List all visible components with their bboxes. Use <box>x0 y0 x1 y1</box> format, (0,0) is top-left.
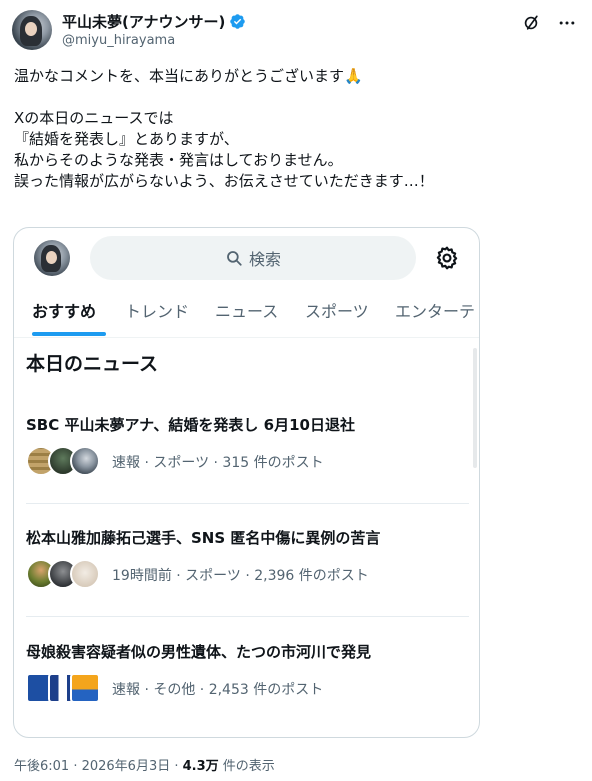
tweet-text: 温かなコメントを、本当にありがとうございます🙏 Xの本日のニュースでは 『結婚を… <box>14 66 574 192</box>
tweet-timestamp: 午後6:01 · 2026年6月3日 · 4.3万 件の表示 <box>14 755 275 774</box>
author-name-row: 平山未夢(アナウンサー) <box>62 11 246 32</box>
news-avatar <box>70 673 100 703</box>
views-count: 4.3万 <box>182 759 219 774</box>
card-topbar: 検索 <box>14 228 479 288</box>
author-display-name[interactable]: 平山未夢(アナウンサー) <box>62 11 225 32</box>
tweet-line: Xの本日のニュースでは <box>14 109 174 127</box>
tweet-line: 誤った情報が広がらないよう、お伝えさせていただきます…！ <box>14 172 434 190</box>
news-meta: 速報 · スポーツ · 315 件のポスト <box>112 455 324 471</box>
verified-badge-icon <box>230 14 246 29</box>
news-avatars <box>26 559 102 591</box>
tab-sports[interactable]: スポーツ <box>305 298 369 337</box>
grok-icon[interactable] <box>520 12 542 34</box>
news-meta-row: 速報 · その他 · 2,453 件のポスト <box>26 673 323 705</box>
news-meta-row: 速報 · スポーツ · 315 件のポスト <box>26 446 324 478</box>
tweet-line: 『結婚を発表し』とありますが、 <box>14 130 239 148</box>
card-avatar[interactable] <box>34 240 70 276</box>
section-title: 本日のニュース <box>26 353 159 375</box>
tweet-line: 私からそのような発表・発言はしておりません。 <box>14 151 343 169</box>
search-placeholder: 検索 <box>248 250 281 269</box>
news-avatar <box>70 559 100 589</box>
news-title: SBC 平山未夢アナ、結婚を発表し 6月10日退社 <box>26 416 355 434</box>
tab-trend[interactable]: トレンド <box>125 298 189 337</box>
tab-news[interactable]: ニュース <box>215 298 278 337</box>
news-item[interactable]: 松本山雅加藤拓己選手、SNS 匿名中傷に異例の苦言 19時間前 · スポーツ ·… <box>14 527 479 639</box>
tweet-header: 平山未夢(アナウンサー) @miyu_hirayama <box>12 8 580 54</box>
news-meta-row: 19時間前 · スポーツ · 2,396 件のポスト <box>26 559 369 591</box>
divider <box>26 503 469 504</box>
tab-entertainment[interactable]: エンターテ <box>395 298 475 337</box>
attached-image-card[interactable]: 検索 おすすめ トレンド ニュース スポーツ エンターテ 本日のニュース SBC… <box>13 227 480 738</box>
header-actions <box>520 12 578 34</box>
news-title: 松本山雅加藤拓己選手、SNS 匿名中傷に異例の苦言 <box>26 529 381 547</box>
news-avatar <box>70 446 100 476</box>
settings-gear-icon[interactable] <box>434 245 460 271</box>
news-item[interactable]: SBC 平山未夢アナ、結婚を発表し 6月10日退社 速報 · スポーツ · 31… <box>14 414 479 526</box>
news-meta: 19時間前 · スポーツ · 2,396 件のポスト <box>112 568 369 584</box>
author-avatar[interactable] <box>12 10 52 50</box>
news-avatars <box>26 673 102 705</box>
views-label: 件の表示 <box>218 759 275 774</box>
active-tab-indicator <box>32 332 106 336</box>
search-input[interactable]: 検索 <box>90 236 416 280</box>
news-item[interactable]: 母娘殺害容疑者似の男性遺体、たつの市河川で発見 速報 · その他 · 2,453… <box>14 641 479 737</box>
divider <box>26 616 469 617</box>
news-meta: 速報 · その他 · 2,453 件のポスト <box>112 682 324 698</box>
more-icon[interactable] <box>556 12 578 34</box>
search-icon <box>227 251 242 266</box>
timestamp-text[interactable]: 午後6:01 · 2026年6月3日 · <box>14 759 183 774</box>
author-handle[interactable]: @miyu_hirayama <box>62 33 175 48</box>
news-avatars <box>26 446 102 478</box>
tweet-line: 温かなコメントを、本当にありがとうございます🙏 <box>14 67 363 85</box>
news-title: 母娘殺害容疑者似の男性遺体、たつの市河川で発見 <box>26 643 372 661</box>
explore-tabs: おすすめ トレンド ニュース スポーツ エンターテ <box>14 294 479 338</box>
